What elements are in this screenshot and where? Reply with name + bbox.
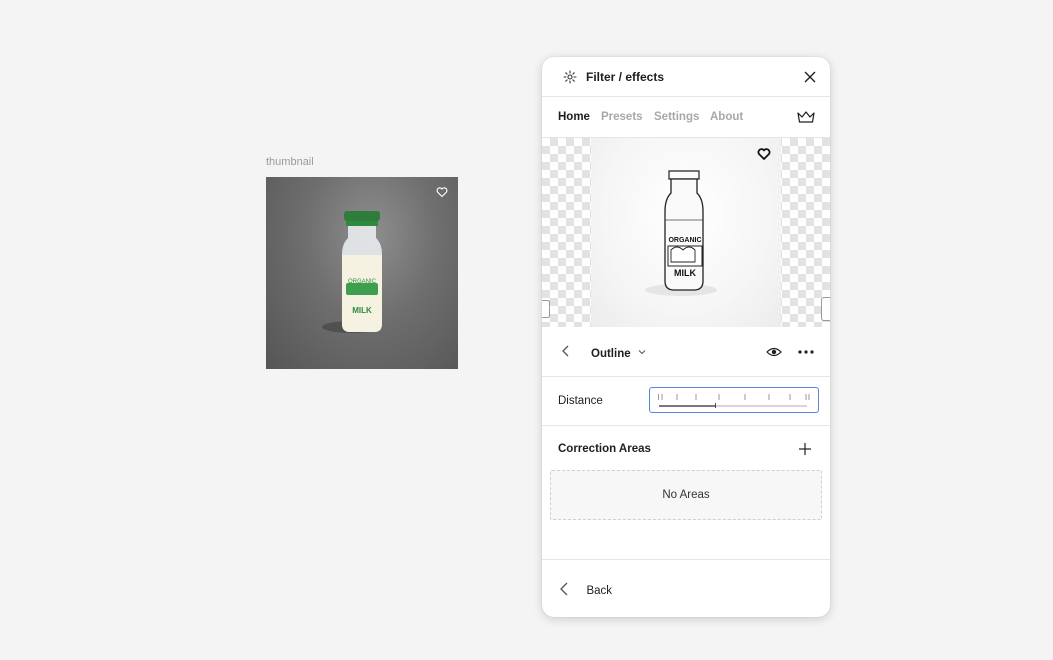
correction-areas-section: Correction Areas No Areas [542, 426, 830, 560]
distance-row: Distance [542, 377, 830, 426]
heart-icon[interactable] [436, 186, 448, 198]
slider-fill [659, 405, 715, 407]
svg-text:ORGANIC: ORGANIC [668, 237, 701, 244]
back-label: Back [586, 585, 613, 597]
panel-footer: Back [542, 560, 830, 617]
correction-areas-heading: Correction Areas [558, 443, 651, 455]
tab-presets[interactable]: Presets [601, 111, 643, 123]
milk-bottle-photo: ORGANIC MILK [322, 211, 382, 333]
compare-handle-right[interactable] [821, 297, 830, 321]
svg-text:MILK: MILK [674, 268, 696, 278]
slider-track [659, 403, 807, 408]
panel-title: Filter / effects [586, 70, 665, 84]
chevron-down-icon [638, 350, 646, 355]
effect-name: Outline [591, 348, 631, 360]
close-icon[interactable] [803, 70, 817, 84]
milk-bottle-sketch: ORGANIC MILK [645, 170, 717, 296]
plus-icon[interactable] [798, 442, 812, 456]
back-button[interactable]: Back [558, 581, 612, 597]
heart-icon[interactable] [757, 147, 771, 161]
tab-bar: Home Presets Settings About [542, 97, 830, 138]
chevron-left-icon [560, 582, 568, 596]
tab-about[interactable]: About [710, 111, 743, 123]
slider-ticks [658, 394, 810, 400]
chevron-left-icon[interactable] [559, 344, 573, 358]
thumbnail-label: thumbnail [266, 156, 314, 168]
distance-slider[interactable] [649, 387, 819, 413]
distance-label: Distance [558, 395, 603, 407]
filter-effects-panel: Filter / effects Home Presets Settings A… [542, 57, 830, 617]
effect-header: Outline [542, 327, 830, 377]
slider-knob[interactable] [715, 403, 716, 408]
tab-settings[interactable]: Settings [654, 111, 699, 123]
panel-titlebar: Filter / effects [542, 57, 830, 97]
compare-handle-left[interactable] [542, 300, 550, 318]
effect-preview: ORGANIC MILK [542, 138, 830, 327]
tab-home[interactable]: Home [558, 111, 590, 123]
svg-text:MILK: MILK [352, 306, 372, 315]
crown-icon[interactable] [796, 109, 816, 125]
sparkle-icon [563, 70, 577, 84]
effect-dropdown[interactable]: Outline [591, 344, 646, 360]
preview-image: ORGANIC MILK [591, 138, 781, 327]
more-horizontal-icon[interactable] [797, 345, 815, 359]
no-areas-placeholder: No Areas [550, 470, 822, 520]
svg-text:ORGANIC: ORGANIC [348, 279, 377, 285]
thumbnail-image[interactable]: ORGANIC MILK [266, 177, 458, 369]
eye-icon[interactable] [766, 345, 782, 359]
